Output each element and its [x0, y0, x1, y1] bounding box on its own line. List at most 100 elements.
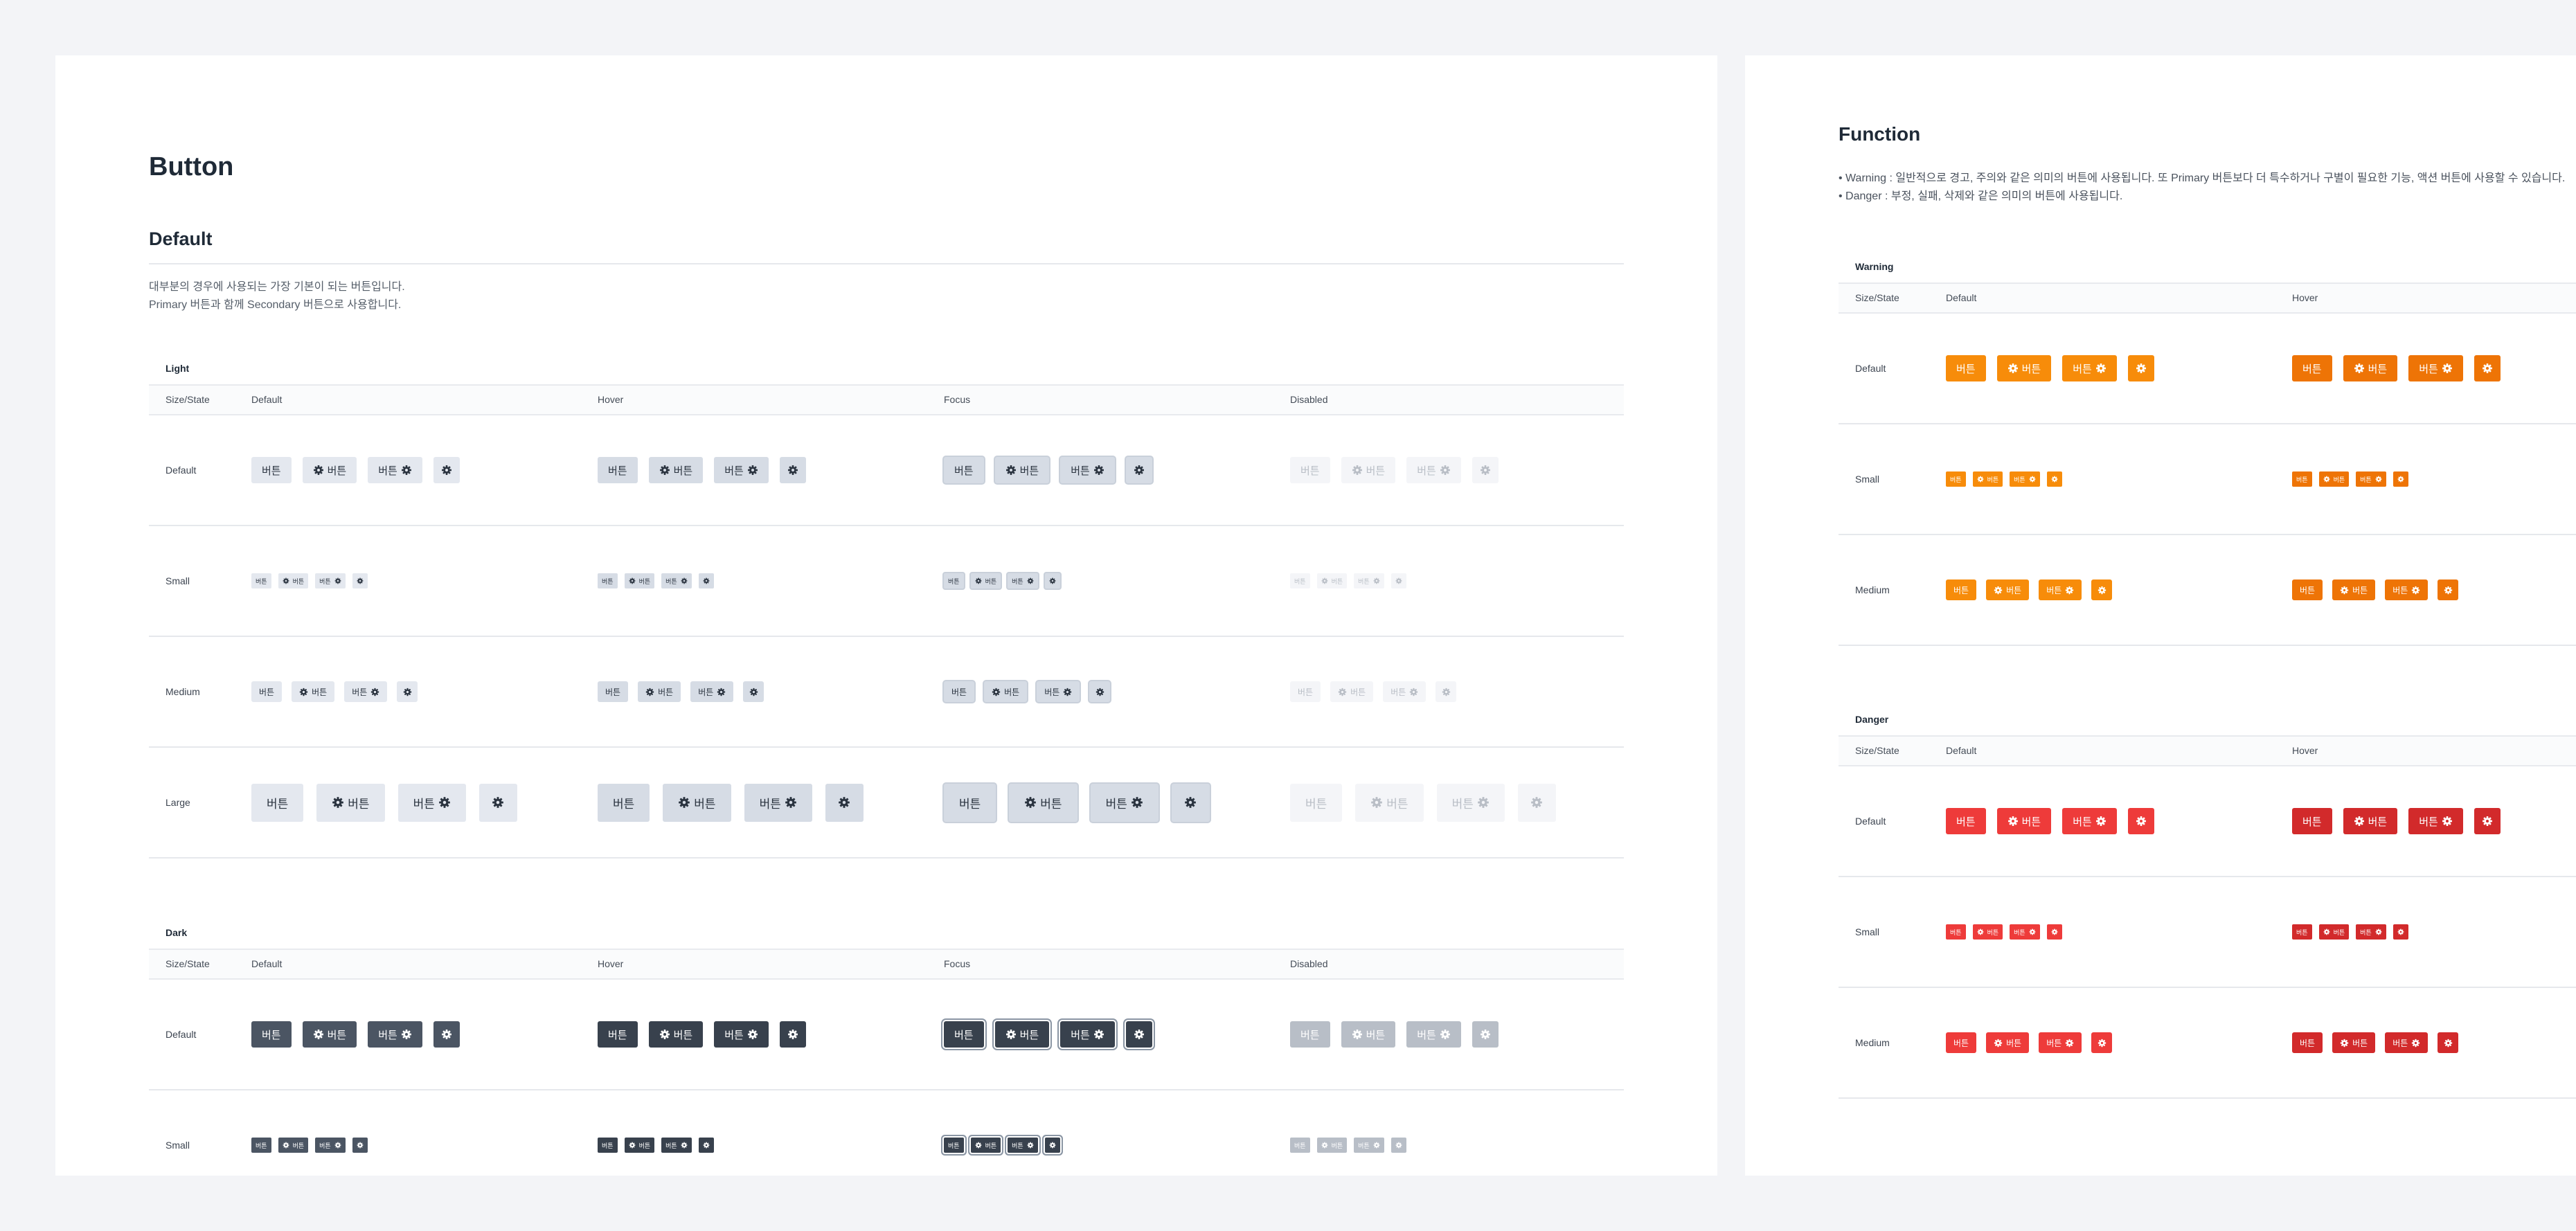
text-button[interactable]: 버튼 — [2292, 1032, 2323, 1053]
text-button[interactable]: 버튼 — [251, 457, 292, 483]
text-button[interactable]: 버튼 — [1290, 1138, 1310, 1153]
text-button[interactable]: 버튼 — [598, 1138, 618, 1153]
icon-left-button[interactable]: 버튼 — [970, 573, 1001, 588]
icon-left-button[interactable]: 버튼 — [1316, 1138, 1348, 1153]
icon-only-button[interactable] — [1390, 1138, 1406, 1153]
text-button[interactable]: 버튼 — [1946, 355, 1986, 381]
icon-right-button[interactable]: 버튼 — [315, 1138, 346, 1153]
icon-only-button[interactable] — [1171, 783, 1210, 822]
icon-right-button[interactable]: 버튼 — [2062, 355, 2117, 381]
text-button[interactable]: 버튼 — [944, 681, 975, 702]
icon-only-button[interactable] — [698, 573, 714, 588]
icon-only-button[interactable] — [2392, 471, 2408, 487]
text-button[interactable]: 버튼 — [1290, 783, 1343, 822]
icon-right-button[interactable]: 버튼 — [714, 457, 769, 483]
icon-only-button[interactable] — [2392, 924, 2408, 940]
text-button[interactable]: 버튼 — [1946, 924, 1966, 940]
icon-left-button[interactable]: 버튼 — [1986, 579, 2030, 600]
icon-left-button[interactable]: 버튼 — [1986, 1032, 2030, 1053]
icon-right-button[interactable]: 버튼 — [1008, 1138, 1038, 1153]
text-button[interactable]: 버튼 — [944, 457, 984, 483]
icon-only-button[interactable] — [1044, 1138, 1060, 1153]
text-button[interactable]: 버튼 — [944, 1138, 964, 1153]
icon-right-button[interactable]: 버튼 — [1060, 457, 1115, 483]
icon-right-button[interactable]: 버튼 — [1090, 783, 1159, 822]
icon-only-button[interactable] — [352, 1138, 368, 1153]
icon-left-button[interactable]: 버튼 — [302, 457, 357, 483]
icon-left-button[interactable]: 버튼 — [1009, 783, 1077, 822]
text-button[interactable]: 버튼 — [251, 783, 304, 822]
text-button[interactable]: 버튼 — [1290, 457, 1330, 483]
icon-right-button[interactable]: 버튼 — [1383, 681, 1426, 702]
icon-right-button[interactable]: 버튼 — [1406, 1021, 1461, 1048]
text-button[interactable]: 버튼 — [1946, 579, 1977, 600]
icon-left-button[interactable]: 버튼 — [648, 1021, 704, 1048]
icon-only-button[interactable] — [2127, 808, 2154, 834]
icon-left-button[interactable]: 버튼 — [1972, 471, 2003, 487]
icon-right-button[interactable]: 버튼 — [1354, 573, 1384, 588]
icon-right-button[interactable]: 버튼 — [661, 1138, 692, 1153]
text-button[interactable]: 버튼 — [1290, 681, 1321, 702]
icon-right-button[interactable]: 버튼 — [714, 1021, 769, 1048]
icon-left-button[interactable]: 버튼 — [663, 783, 731, 822]
icon-only-button[interactable] — [1044, 573, 1060, 588]
icon-only-button[interactable] — [2474, 808, 2501, 834]
icon-only-button[interactable] — [825, 783, 864, 822]
icon-right-button[interactable]: 버튼 — [397, 783, 466, 822]
text-button[interactable]: 버튼 — [944, 573, 964, 588]
icon-left-button[interactable]: 버튼 — [1355, 783, 1424, 822]
icon-only-button[interactable] — [1125, 457, 1152, 483]
icon-only-button[interactable] — [2438, 579, 2459, 600]
icon-left-button[interactable]: 버튼 — [278, 1138, 309, 1153]
icon-right-button[interactable]: 버튼 — [1060, 1021, 1115, 1048]
icon-right-button[interactable]: 버튼 — [2385, 579, 2429, 600]
icon-right-button[interactable]: 버튼 — [2062, 808, 2117, 834]
icon-left-button[interactable]: 버튼 — [984, 681, 1028, 702]
icon-left-button[interactable]: 버튼 — [316, 783, 385, 822]
text-button[interactable]: 버튼 — [944, 783, 996, 822]
icon-only-button[interactable] — [2474, 355, 2501, 381]
icon-only-button[interactable] — [1517, 783, 1556, 822]
icon-only-button[interactable] — [779, 457, 806, 483]
icon-right-button[interactable]: 버튼 — [661, 573, 692, 588]
icon-right-button[interactable]: 버튼 — [368, 1021, 422, 1048]
icon-only-button[interactable] — [698, 1138, 714, 1153]
icon-left-button[interactable]: 버튼 — [1996, 808, 2052, 834]
icon-right-button[interactable]: 버튼 — [2408, 355, 2463, 381]
icon-only-button[interactable] — [433, 457, 460, 483]
icon-left-button[interactable]: 버튼 — [278, 573, 309, 588]
icon-left-button[interactable]: 버튼 — [638, 681, 681, 702]
icon-left-button[interactable]: 버튼 — [1972, 924, 2003, 940]
icon-only-button[interactable] — [1435, 681, 1457, 702]
icon-right-button[interactable]: 버튼 — [2356, 471, 2386, 487]
icon-right-button[interactable]: 버튼 — [1436, 783, 1505, 822]
icon-right-button[interactable]: 버튼 — [2356, 924, 2386, 940]
text-button[interactable]: 버튼 — [2292, 355, 2332, 381]
icon-right-button[interactable]: 버튼 — [2039, 1032, 2082, 1053]
text-button[interactable]: 버튼 — [2292, 924, 2312, 940]
icon-right-button[interactable]: 버튼 — [1037, 681, 1080, 702]
icon-right-button[interactable]: 버튼 — [2010, 924, 2040, 940]
icon-right-button[interactable]: 버튼 — [315, 573, 346, 588]
text-button[interactable]: 버튼 — [251, 1138, 271, 1153]
icon-only-button[interactable] — [1390, 573, 1406, 588]
icon-left-button[interactable]: 버튼 — [1996, 355, 2052, 381]
icon-left-button[interactable]: 버튼 — [648, 457, 704, 483]
icon-left-button[interactable]: 버튼 — [624, 573, 655, 588]
icon-only-button[interactable] — [2091, 579, 2113, 600]
icon-only-button[interactable] — [2091, 1032, 2113, 1053]
icon-only-button[interactable] — [1472, 1021, 1499, 1048]
icon-left-button[interactable]: 버튼 — [302, 1021, 357, 1048]
icon-only-button[interactable] — [352, 573, 368, 588]
icon-only-button[interactable] — [1089, 681, 1111, 702]
text-button[interactable]: 버튼 — [1946, 1032, 1977, 1053]
icon-right-button[interactable]: 버튼 — [2039, 579, 2082, 600]
text-button[interactable]: 버튼 — [598, 1021, 638, 1048]
icon-right-button[interactable]: 버튼 — [1008, 573, 1038, 588]
icon-left-button[interactable]: 버튼 — [624, 1138, 655, 1153]
icon-only-button[interactable] — [1472, 457, 1499, 483]
text-button[interactable]: 버튼 — [2292, 471, 2312, 487]
icon-only-button[interactable] — [397, 681, 418, 702]
icon-only-button[interactable] — [743, 681, 764, 702]
icon-only-button[interactable] — [2046, 924, 2062, 940]
